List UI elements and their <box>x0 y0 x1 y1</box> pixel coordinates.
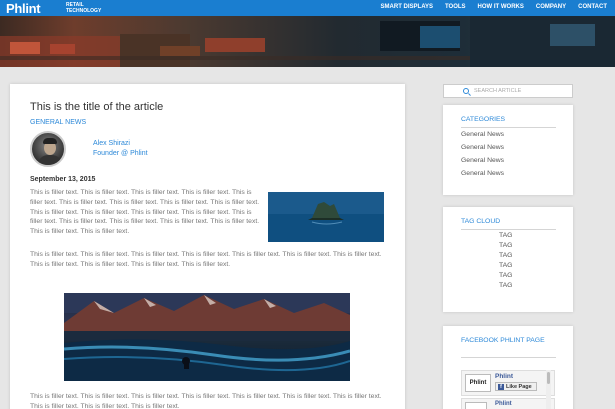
facebook-like-button[interactable]: f Like Page <box>495 382 537 391</box>
nav-smart-displays[interactable]: SMART DISPLAYS <box>381 4 433 10</box>
categories-widget: CATEGORIES General News General News Gen… <box>443 105 573 195</box>
sea-rock-illustration <box>268 192 384 242</box>
tag-link[interactable]: TAG <box>499 232 512 239</box>
nav-company[interactable]: COMPANY <box>536 4 566 10</box>
tag-cloud-widget: TAG CLOUD TAG TAG TAG TAG TAG TAG <box>443 207 573 312</box>
article-paragraph: This is filler text. This is filler text… <box>30 189 260 236</box>
facebook-widget: FACEBOOK PHLINT PAGE Phlint Phlint f Lik… <box>443 326 573 409</box>
search-box[interactable]: SEARCH ARTICLE <box>443 84 573 98</box>
logo-tagline-line2: TECHNOLOGY <box>66 8 102 14</box>
facebook-post-author[interactable]: Phlint <box>495 401 512 407</box>
author-avatar <box>30 131 66 167</box>
category-link[interactable]: General News <box>461 170 504 177</box>
category-link[interactable]: General News <box>461 131 504 138</box>
tag-link[interactable]: TAG <box>499 282 512 289</box>
article-image-mountain-beach <box>64 293 350 381</box>
article-category-link[interactable]: GENERAL NEWS <box>30 119 86 126</box>
facebook-page-logo: Phlint <box>465 374 491 392</box>
facebook-title: FACEBOOK PHLINT PAGE <box>461 337 545 344</box>
article-card: This is the title of the article GENERAL… <box>10 84 405 409</box>
nav-contact[interactable]: CONTACT <box>578 4 607 10</box>
logo-tagline: RETAIL TECHNOLOGY <box>66 2 101 14</box>
facebook-post-card[interactable]: Phlint <box>461 398 555 409</box>
facebook-like-label: Like Page <box>506 383 532 390</box>
facebook-icon: f <box>498 383 504 390</box>
tag-link[interactable]: TAG <box>499 272 512 279</box>
divider <box>461 127 556 128</box>
article-title: This is the title of the article <box>30 101 164 113</box>
search-input[interactable]: SEARCH ARTICLE <box>474 88 521 94</box>
top-nav-bar: Phlint RETAIL TECHNOLOGY SMART DISPLAYS … <box>0 0 615 16</box>
article-image-sea-rock <box>268 192 384 242</box>
tag-link[interactable]: TAG <box>499 252 512 259</box>
search-icon <box>463 88 469 94</box>
article-paragraph: This is filler text. This is filler text… <box>30 251 382 268</box>
category-link[interactable]: General News <box>461 144 504 151</box>
tag-cloud-title: TAG CLOUD <box>461 218 501 225</box>
facebook-page-card[interactable]: Phlint Phlint f Like Page <box>461 370 555 396</box>
facebook-page-name[interactable]: Phlint <box>495 373 513 380</box>
author-name[interactable]: Alex Shirazi <box>93 140 130 147</box>
divider <box>461 229 556 230</box>
logo[interactable]: Phlint <box>6 1 41 16</box>
tag-link[interactable]: TAG <box>499 242 512 249</box>
nav-how-it-works[interactable]: HOW IT WORKS <box>478 4 524 10</box>
author-role[interactable]: Founder @ Phlint <box>93 150 148 157</box>
article-date: September 13, 2015 <box>30 176 96 183</box>
category-link[interactable]: General News <box>461 157 504 164</box>
divider <box>461 357 556 358</box>
mountain-beach-illustration <box>64 293 350 381</box>
facebook-post-thumbnail <box>465 402 487 409</box>
categories-title: CATEGORIES <box>461 116 506 123</box>
hero-banner-image <box>0 16 615 67</box>
nav-menu: SMART DISPLAYS TOOLS HOW IT WORKS COMPAN… <box>381 4 607 10</box>
nav-tools[interactable]: TOOLS <box>445 4 466 10</box>
tag-link[interactable]: TAG <box>499 262 512 269</box>
facebook-scrollbar[interactable] <box>546 370 551 409</box>
article-paragraph: This is filler text. This is filler text… <box>30 393 382 409</box>
